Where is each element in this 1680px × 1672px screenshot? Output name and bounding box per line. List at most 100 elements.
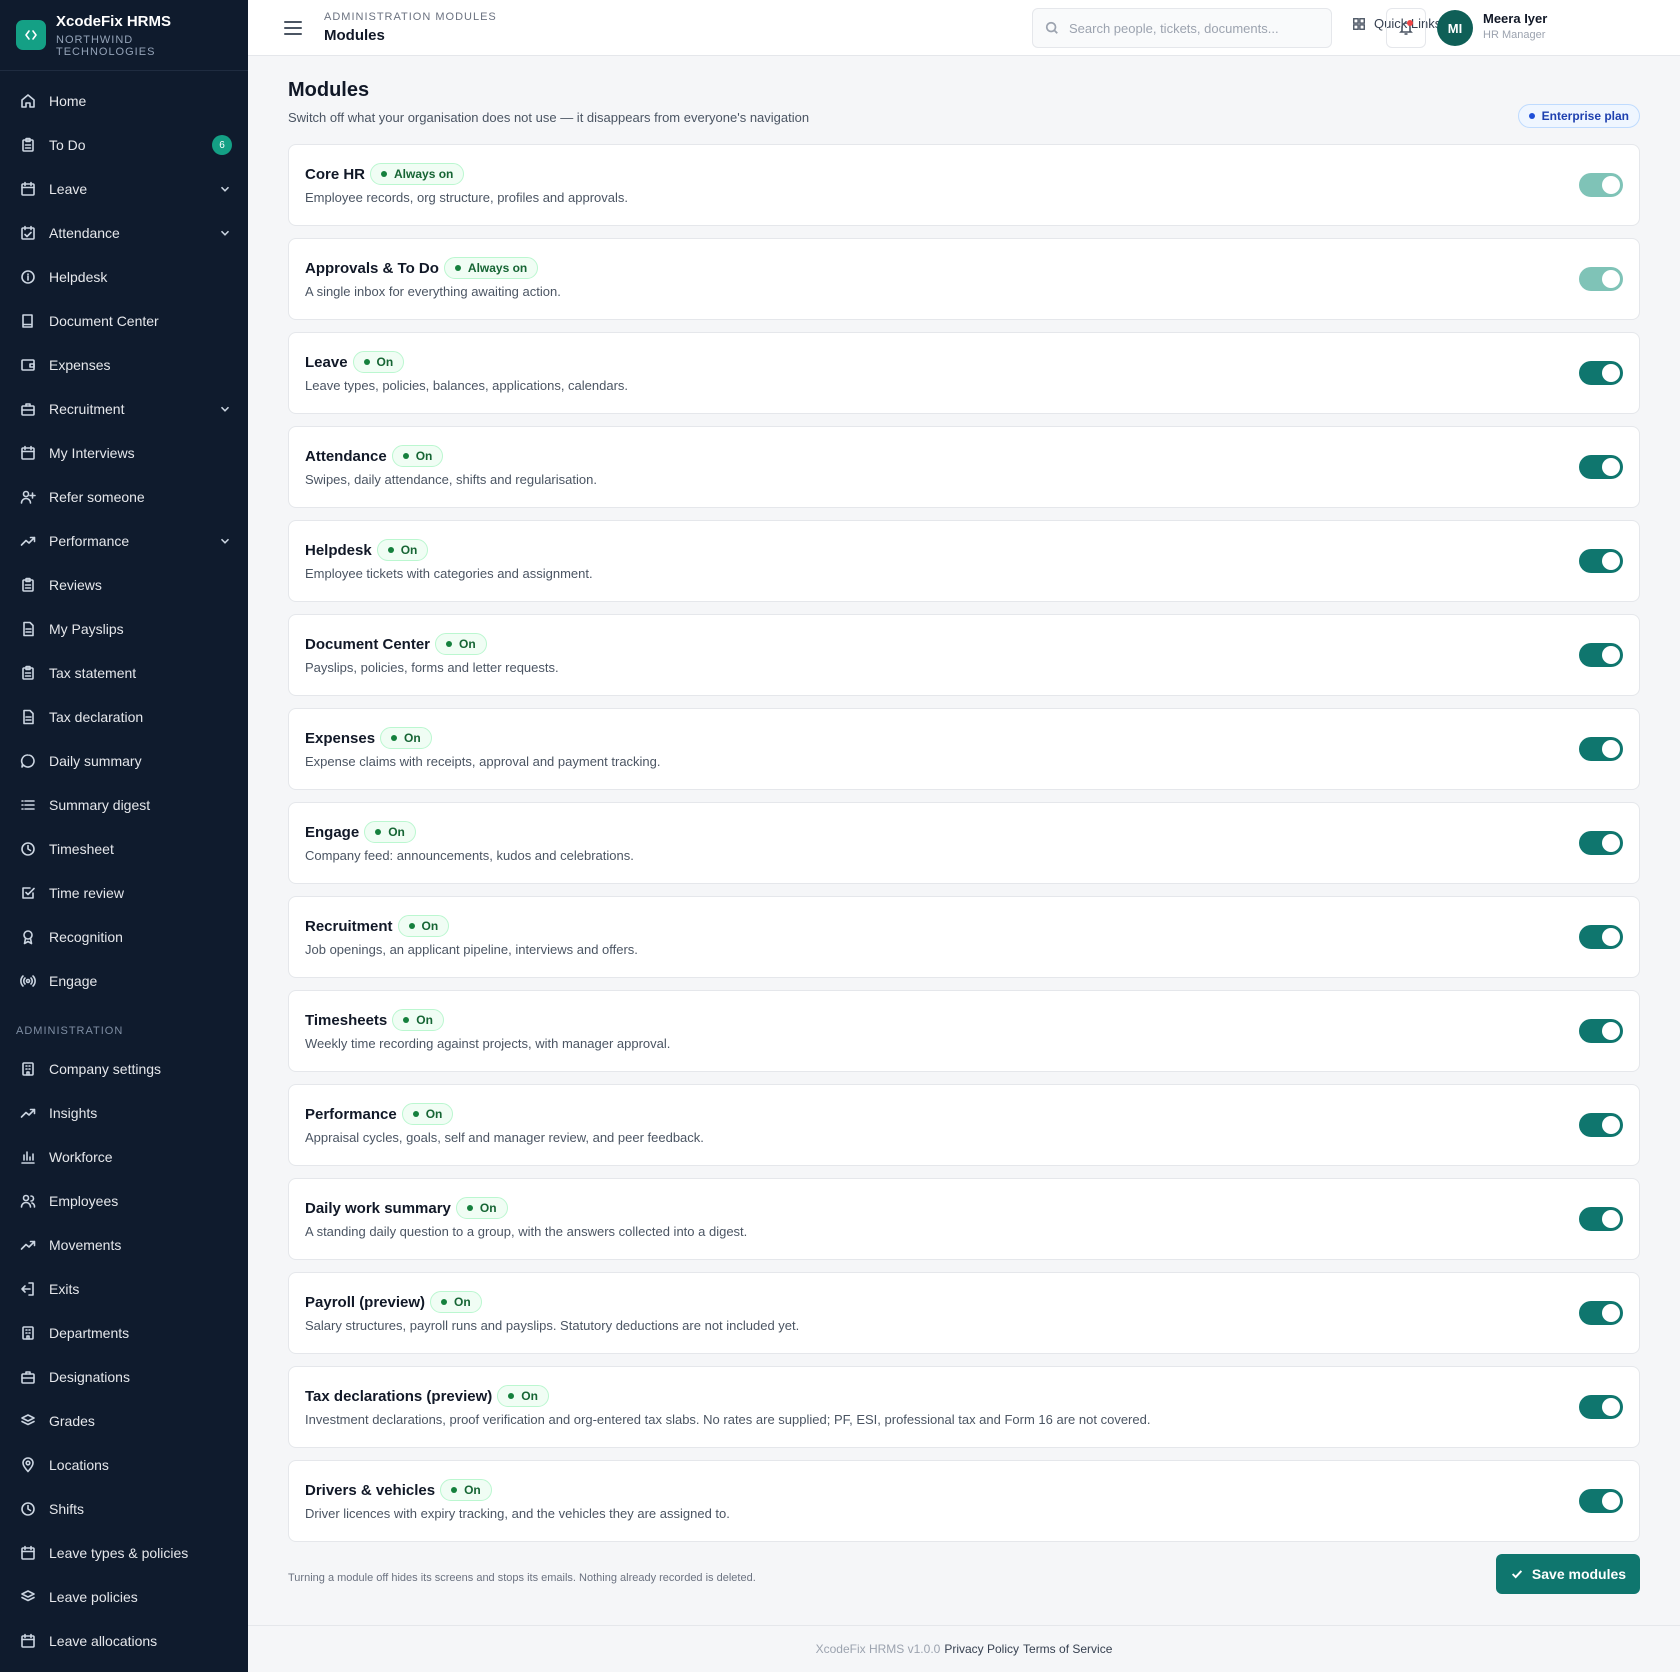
sidebar-item-shifts[interactable]: Shifts — [0, 1487, 248, 1531]
sidebar-item-leave-types-policies[interactable]: Leave types & policies — [0, 1531, 248, 1575]
module-description: Leave types, policies, balances, applica… — [305, 378, 629, 393]
sidebar-item-departments[interactable]: Departments — [0, 1311, 248, 1355]
sidebar-item-my-interviews[interactable]: My Interviews — [0, 431, 248, 475]
sidebar-item-tax-declaration[interactable]: Tax declaration — [0, 695, 248, 739]
module-toggle-attendance[interactable] — [1579, 455, 1623, 479]
sidebar-item-leave[interactable]: Leave — [0, 167, 248, 211]
module-card-expenses: Expenses On Expense claims with receipts, … — [288, 708, 1640, 790]
module-toggle-daily-work-summary[interactable] — [1579, 1207, 1623, 1231]
clipboard-icon — [20, 137, 36, 153]
module-description: Driver licences with expiry tracking, an… — [305, 1506, 730, 1521]
calendar-check-icon — [20, 225, 36, 241]
module-toggle-leave[interactable] — [1579, 361, 1623, 385]
sidebar-item-helpdesk[interactable]: Helpdesk — [0, 255, 248, 299]
sidebar-item-label: Movements — [49, 1237, 122, 1253]
module-toggle-drivers-vehicles[interactable] — [1579, 1489, 1623, 1513]
module-toggle-engage[interactable] — [1579, 831, 1623, 855]
sidebar-item-attendance[interactable]: Attendance — [0, 211, 248, 255]
user-info[interactable]: Meera Iyer HR Manager — [1483, 11, 1547, 41]
brand-org: NORTHWIND TECHNOLOGIES — [56, 33, 156, 58]
sidebar-item-home[interactable]: Home — [0, 79, 248, 123]
module-description: Investment declarations, proof verificat… — [305, 1412, 1151, 1427]
privacy-policy-link[interactable]: Privacy Policy — [944, 1642, 1019, 1656]
brand[interactable]: XcodeFix HRMS NORTHWIND TECHNOLOGIES — [0, 0, 248, 71]
sidebar-item-daily-summary[interactable]: Daily summary — [0, 739, 248, 783]
module-status-badge: On — [440, 1479, 492, 1501]
plan-label: Enterprise plan — [1541, 109, 1629, 123]
sidebar-item-company-settings[interactable]: Company settings — [0, 1047, 248, 1091]
save-modules-button[interactable]: Save modules — [1496, 1554, 1640, 1594]
calendar-icon — [20, 181, 36, 197]
sidebar-item-exits[interactable]: Exits — [0, 1267, 248, 1311]
sidebar-item-designations[interactable]: Designations — [0, 1355, 248, 1399]
sidebar-item-insights[interactable]: Insights — [0, 1091, 248, 1135]
sidebar-item-time-review[interactable]: Time review — [0, 871, 248, 915]
menu-toggle-icon[interactable] — [284, 20, 302, 35]
sidebar-item-workforce[interactable]: Workforce — [0, 1135, 248, 1179]
sidebar-item-movements[interactable]: Movements — [0, 1223, 248, 1267]
module-toggle-recruitment[interactable] — [1579, 925, 1623, 949]
sidebar-item-to-do[interactable]: To Do 6 — [0, 123, 248, 167]
sidebar-item-recruitment[interactable]: Recruitment — [0, 387, 248, 431]
module-name: Drivers & vehicles — [305, 1481, 436, 1499]
sidebar-item-label: Tax declaration — [49, 709, 144, 725]
module-toggle-timesheets[interactable] — [1579, 1019, 1623, 1043]
sidebar-item-expenses[interactable]: Expenses — [0, 343, 248, 387]
module-status-label: On — [400, 543, 418, 557]
search-box[interactable] — [1032, 8, 1332, 48]
module-toggle-tax-declarations-preview[interactable] — [1579, 1395, 1623, 1419]
notifications-button[interactable] — [1386, 8, 1426, 48]
sidebar-item-label: Grades — [49, 1413, 95, 1429]
sidebar-item-label: To Do — [49, 137, 86, 153]
module-status-badge: On — [397, 915, 450, 937]
sidebar-item-summary-digest[interactable]: Summary digest — [0, 783, 248, 827]
chevron-down-icon[interactable] — [218, 182, 232, 196]
module-status-badge: Always on — [443, 257, 539, 279]
module-toggle-payroll-preview[interactable] — [1579, 1301, 1623, 1325]
module-status-label: On — [521, 1389, 538, 1403]
trend-icon — [20, 1237, 36, 1253]
module-toggle-helpdesk[interactable] — [1579, 549, 1623, 573]
sidebar-item-leave-policies[interactable]: Leave policies — [0, 1575, 248, 1619]
sidebar-item-reviews[interactable]: Reviews — [0, 563, 248, 607]
module-toggle-document-center[interactable] — [1579, 643, 1623, 667]
sidebar-item-locations[interactable]: Locations — [0, 1443, 248, 1487]
sidebar-item-label: Document Center — [49, 313, 159, 329]
chevron-down-icon[interactable] — [218, 534, 232, 548]
module-description: Appraisal cycles, goals, self and manage… — [305, 1130, 704, 1145]
sidebar-item-timesheet[interactable]: Timesheet — [0, 827, 248, 871]
sidebar-item-document-center[interactable]: Document Center — [0, 299, 248, 343]
chevron-down-icon[interactable] — [218, 226, 232, 240]
sidebar-item-refer-someone[interactable]: Refer someone — [0, 475, 248, 519]
avatar[interactable]: MI — [1437, 10, 1473, 46]
sidebar-item-label: My Payslips — [49, 621, 124, 637]
sidebar-item-my-payslips[interactable]: My Payslips — [0, 607, 248, 651]
check-square-icon — [20, 885, 36, 901]
sidebar-item-label: Summary digest — [49, 797, 151, 813]
terms-link[interactable]: Terms of Service — [1023, 1642, 1112, 1656]
sidebar-item-leave-allocations[interactable]: Leave allocations — [0, 1619, 248, 1663]
sidebar-item-tax-statement[interactable]: Tax statement — [0, 651, 248, 695]
module-status-badge: On — [435, 633, 487, 655]
sidebar-item-engage[interactable]: Engage — [0, 959, 248, 1003]
breadcrumb-title: Modules — [324, 27, 385, 44]
sidebar-item-label: Locations — [49, 1457, 109, 1473]
sidebar-item-label: Time review — [49, 885, 124, 901]
breadcrumb: ADMINISTRATION MODULES Modules — [324, 11, 497, 44]
sidebar-item-performance[interactable]: Performance — [0, 519, 248, 563]
chevron-down-icon[interactable] — [218, 402, 232, 416]
sidebar-item-label: Leave policies — [49, 1589, 138, 1605]
file-icon — [20, 621, 36, 637]
sidebar-item-recognition[interactable]: Recognition — [0, 915, 248, 959]
sidebar-item-label: Leave allocations — [49, 1633, 158, 1649]
sidebar-section-administration: ADMINISTRATION — [16, 1025, 124, 1037]
sidebar-item-grades[interactable]: Grades — [0, 1399, 248, 1443]
sidebar-item-employees[interactable]: Employees — [0, 1179, 248, 1223]
module-toggle-performance[interactable] — [1579, 1113, 1623, 1137]
module-card-helpdesk: Helpdesk On Employee tickets with categori… — [288, 520, 1640, 602]
module-description: Swipes, daily attendance, shifts and reg… — [305, 472, 597, 487]
module-toggle-expenses[interactable] — [1579, 737, 1623, 761]
sidebar-item-label: Leave — [49, 181, 88, 197]
sidebar-item-label: Employees — [49, 1193, 119, 1209]
search-input[interactable] — [1069, 20, 1309, 36]
